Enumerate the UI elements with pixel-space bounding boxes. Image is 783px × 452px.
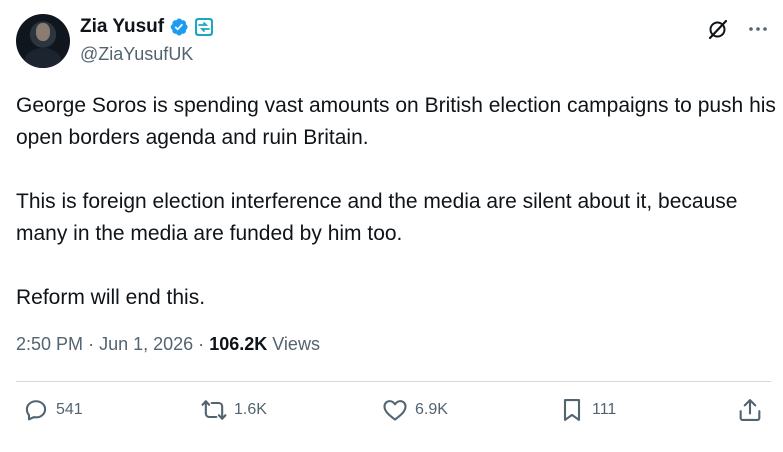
header-actions	[705, 16, 771, 42]
tweet-paragraph: George Soros is spending vast amounts on…	[16, 94, 776, 149]
divider	[16, 381, 771, 382]
reply-button[interactable]: 541	[22, 396, 83, 424]
views-count: 106.2K	[209, 334, 268, 354]
share-button[interactable]	[736, 396, 764, 424]
avatar-shoulders	[24, 48, 62, 68]
avatar-face	[36, 23, 50, 41]
tweet-paragraph: Reform will end this.	[16, 286, 206, 309]
more-icon[interactable]	[745, 16, 771, 42]
bookmark-button[interactable]: 111	[558, 396, 616, 424]
name-row: Zia Yusuf	[80, 16, 214, 38]
tweet-time[interactable]: 2:50 PM	[16, 334, 83, 354]
avatar[interactable]	[16, 14, 70, 68]
reply-icon	[25, 400, 47, 421]
retweet-count: 1.6K	[234, 401, 267, 418]
tweet-text: George Soros is spending vast amounts on…	[16, 90, 776, 314]
bookmark-icon	[563, 399, 581, 421]
action-bar: 541 1.6K 6.9K 111	[16, 396, 771, 432]
tweet-paragraph: This is foreign election interference an…	[16, 190, 738, 245]
author-handle[interactable]: @ZiaYusufUK	[80, 44, 193, 65]
like-icon	[383, 400, 407, 421]
bookmark-count: 111	[592, 401, 617, 418]
share-icon	[739, 399, 761, 421]
reply-count: 541	[56, 401, 83, 418]
tweet-date[interactable]: Jun 1, 2026	[99, 334, 193, 354]
meta-separator: ·	[198, 334, 205, 354]
grok-icon[interactable]	[705, 16, 731, 42]
display-name[interactable]: Zia Yusuf	[80, 16, 164, 38]
tweet-header: Zia Yusuf @ZiaYusufUK	[16, 14, 771, 70]
like-button[interactable]: 6.9K	[381, 396, 448, 424]
tweet-meta: 2:50 PM · Jun 1, 2026 · 106.2K Views	[16, 334, 320, 355]
retweet-button[interactable]: 1.6K	[200, 396, 267, 424]
retweet-icon	[201, 400, 227, 420]
verified-badge-icon[interactable]	[169, 17, 189, 37]
meta-separator: ·	[88, 334, 95, 354]
affiliate-badge-icon[interactable]	[194, 17, 214, 37]
views-label: Views	[272, 334, 320, 354]
like-count: 6.9K	[415, 401, 448, 418]
